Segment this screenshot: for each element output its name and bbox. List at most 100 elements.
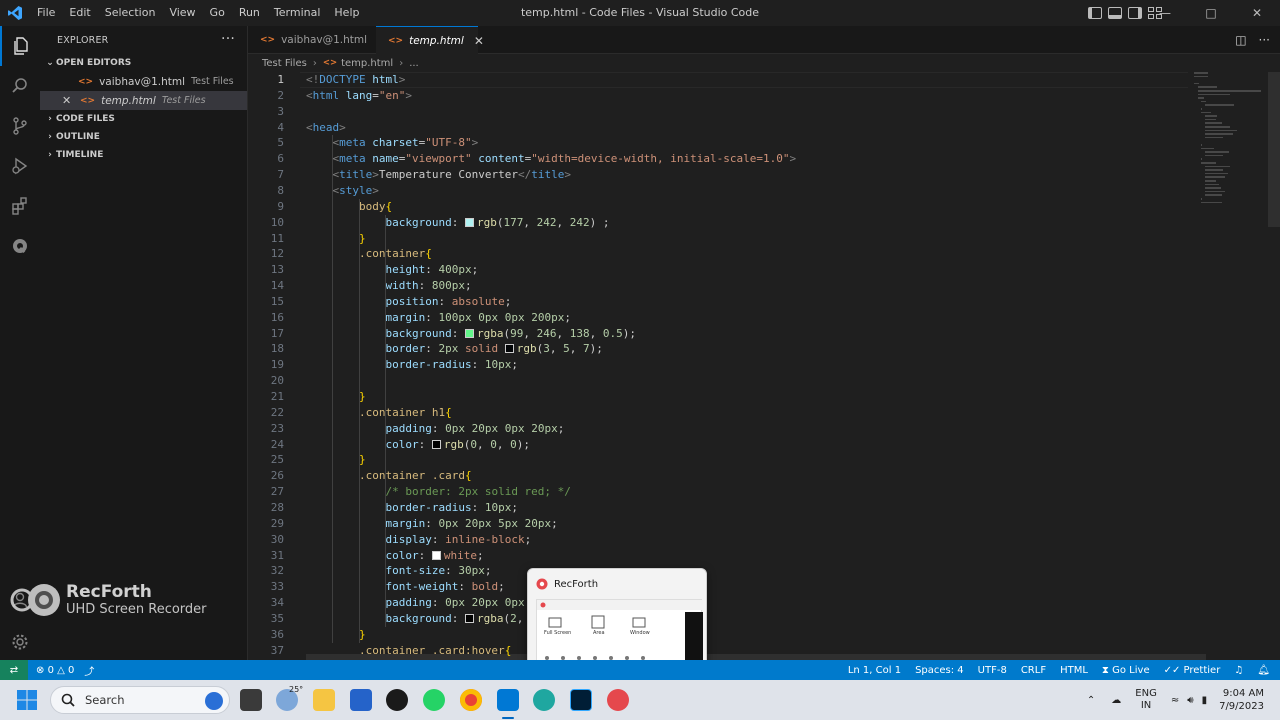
code-line[interactable]: 33 font-weight: bold; [248, 579, 1188, 595]
code-line[interactable]: 22 .container h1{ [248, 405, 1188, 421]
code-line[interactable]: 36 } [248, 627, 1188, 643]
menu-selection[interactable]: Selection [98, 0, 163, 26]
close-tab-icon[interactable]: ✕ [474, 34, 484, 48]
minimize-icon[interactable]: — [1142, 0, 1188, 26]
go-live-button[interactable]: ⧗ Go Live [1102, 665, 1150, 676]
wifi-icon[interactable]: ≈ [1171, 695, 1179, 706]
encoding[interactable]: UTF-8 [978, 665, 1007, 676]
tab-temp[interactable]: <> temp.html ✕ [376, 26, 484, 54]
code-line[interactable]: 3 [248, 104, 1188, 120]
battery-icon[interactable]: ▮ [1202, 695, 1208, 706]
indentation[interactable]: Spaces: 4 [915, 665, 964, 676]
code-line[interactable]: 7 <title>Temperature Converter</title> [248, 167, 1188, 183]
code-line[interactable]: 30 display: inline-block; [248, 532, 1188, 548]
notifications-bell-icon[interactable]: 🔔︎ [1257, 665, 1270, 676]
code-line[interactable]: 8 <style> [248, 183, 1188, 199]
code-line[interactable]: 29 margin: 0px 20px 5px 20px; [248, 516, 1188, 532]
edge-icon[interactable] [533, 689, 555, 711]
code-line[interactable]: 6 <meta name="viewport" content="width=d… [248, 151, 1188, 167]
microsoft-store-icon[interactable] [350, 689, 372, 711]
explorer-icon[interactable] [0, 26, 40, 66]
photoshop-icon[interactable] [570, 689, 592, 711]
code-line[interactable]: 2 <html lang="en"> [248, 88, 1188, 104]
search-icon[interactable] [0, 66, 40, 106]
toggle-secondary-sidebar-icon[interactable] [1128, 7, 1142, 19]
color-swatch-icon[interactable] [431, 550, 441, 560]
menu-go[interactable]: Go [203, 0, 232, 26]
problems-indicator[interactable]: ⊗ 0 △ 0 [36, 665, 74, 676]
feedback-icon[interactable]: ♫ [1234, 665, 1243, 676]
timeline-section[interactable]: › TIMELINE [40, 146, 247, 164]
color-swatch-icon[interactable] [431, 439, 441, 449]
code-line[interactable]: 34 padding: 0px 20px 0px 1 [248, 595, 1188, 611]
code-line[interactable]: 23 padding: 0px 20px 0px 20px; [248, 421, 1188, 437]
code-line[interactable]: 15 position: absolute; [248, 294, 1188, 310]
chrome-icon[interactable] [460, 689, 482, 711]
color-swatch-icon[interactable] [504, 344, 514, 354]
code-editor[interactable]: 1 <!DOCTYPE html> 2 <html lang="en"> 3 4 <head… [248, 72, 1280, 660]
code-line[interactable]: 10 background: rgb(177, 242, 242) ; [248, 215, 1188, 231]
close-window-icon[interactable]: ✕ [1234, 0, 1280, 26]
settings-gear-icon[interactable] [0, 622, 40, 662]
toggle-panel-icon[interactable] [1108, 7, 1122, 19]
minimap[interactable] [1190, 72, 1270, 222]
menu-edit[interactable]: Edit [62, 0, 97, 26]
code-line[interactable]: 35 background: rgba(2, [248, 611, 1188, 627]
menu-help[interactable]: Help [327, 0, 366, 26]
volume-icon[interactable]: 🔊︎ [1187, 695, 1193, 706]
code-line[interactable]: 5 <meta charset="UTF-8"> [248, 135, 1188, 151]
close-editor-icon[interactable]: ✕ [62, 94, 76, 107]
code-line[interactable]: 17 background: rgba(99, 246, 138, 0.5); [248, 326, 1188, 342]
menu-run[interactable]: Run [232, 0, 267, 26]
more-actions-icon[interactable]: ··· [1259, 33, 1270, 47]
file-explorer-icon[interactable] [313, 689, 335, 711]
recforth-taskbar-icon[interactable] [607, 689, 629, 711]
whatsapp-icon[interactable] [423, 689, 445, 711]
code-line[interactable]: 12 .container{ [248, 246, 1188, 262]
code-line[interactable]: 11 } [248, 231, 1188, 247]
remote-explorer-icon[interactable] [0, 226, 40, 266]
code-line[interactable]: 20 [248, 373, 1188, 389]
vscode-taskbar-icon[interactable] [497, 689, 519, 711]
source-control-icon[interactable] [0, 106, 40, 146]
code-line[interactable]: 4 <head> [248, 120, 1188, 136]
color-swatch-icon[interactable] [464, 328, 474, 338]
recforth-popup[interactable]: RecForth Full Screen Area Window [527, 568, 707, 670]
open-editor-item-active[interactable]: ✕ <> temp.html Test Files [40, 91, 247, 110]
taskbar-search[interactable]: Search [50, 686, 230, 714]
code-line[interactable]: 18 border: 2px solid rgb(3, 5, 7); [248, 341, 1188, 357]
line-ending[interactable]: CRLF [1021, 665, 1046, 676]
language-mode[interactable]: HTML [1060, 665, 1088, 676]
onedrive-icon[interactable]: ☁ [1111, 695, 1121, 706]
more-actions-icon[interactable]: ··· [221, 31, 235, 47]
code-line[interactable]: 19 border-radius: 10px; [248, 357, 1188, 373]
show-hidden-icons-icon[interactable]: ⌃ [1087, 695, 1095, 706]
code-line[interactable]: 32 font-size: 30px; [248, 563, 1188, 579]
code-line[interactable]: 24 color: rgb(0, 0, 0); [248, 437, 1188, 453]
code-line[interactable]: 14 width: 800px; [248, 278, 1188, 294]
code-line[interactable]: 1 <!DOCTYPE html> [248, 72, 1188, 88]
breadcrumb-folder[interactable]: Test Files [262, 58, 307, 69]
live-share-icon[interactable]: ⤴ [84, 663, 94, 678]
extensions-icon[interactable] [0, 186, 40, 226]
language-indicator[interactable]: ENG IN [1135, 688, 1157, 712]
code-line[interactable]: 26 .container .card{ [248, 468, 1188, 484]
code-line[interactable]: 16 margin: 100px 0px 0px 200px; [248, 310, 1188, 326]
color-swatch-icon[interactable] [464, 613, 474, 623]
code-files-section[interactable]: › CODE FILES [40, 110, 247, 128]
code-line[interactable]: 13 height: 400px; [248, 262, 1188, 278]
vertical-scrollbar[interactable] [1268, 72, 1280, 227]
code-line[interactable]: 31 color: white; [248, 548, 1188, 564]
code-line[interactable]: 27 /* border: 2px solid red; */ [248, 484, 1188, 500]
breadcrumb-tail[interactable]: ... [409, 58, 419, 69]
open-editors-section[interactable]: ⌄ OPEN EDITORS [40, 54, 247, 72]
maximize-icon[interactable]: □ [1188, 0, 1234, 26]
code-line[interactable]: 28 border-radius: 10px; [248, 500, 1188, 516]
code-line[interactable]: 25 } [248, 452, 1188, 468]
split-editor-icon[interactable]: ◫ [1235, 33, 1246, 47]
toggle-primary-sidebar-icon[interactable] [1088, 7, 1102, 19]
menu-view[interactable]: View [162, 0, 202, 26]
code-line[interactable]: 21 } [248, 389, 1188, 405]
prettier-button[interactable]: ✓✓ Prettier [1164, 665, 1221, 676]
windows-start-icon[interactable] [16, 689, 38, 711]
